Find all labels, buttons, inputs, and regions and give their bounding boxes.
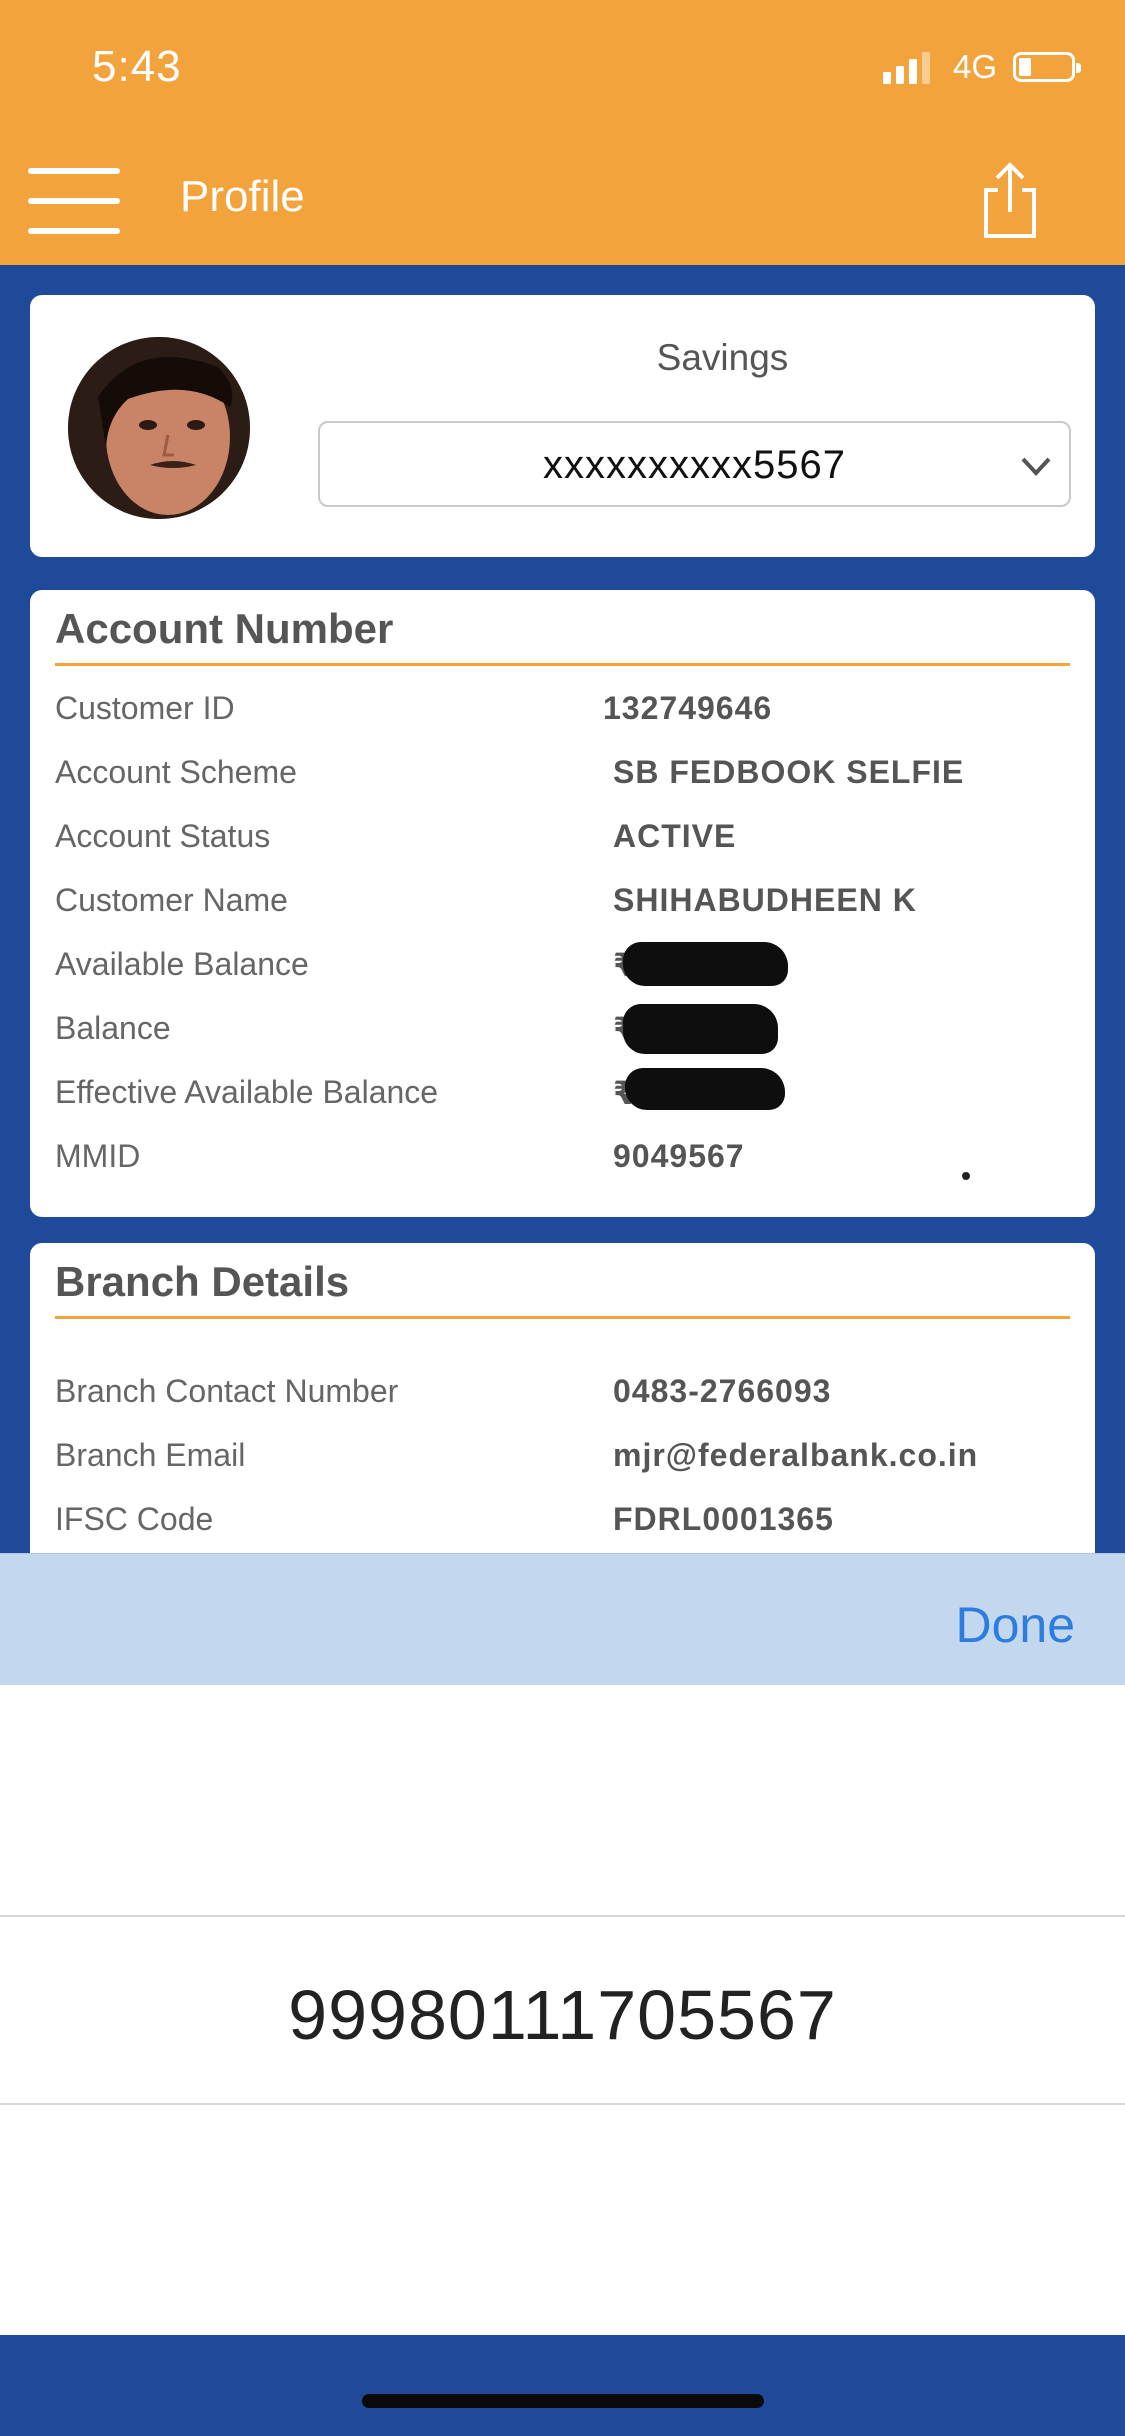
detail-value: ACTIVE bbox=[613, 818, 737, 854]
detail-row: Account Status ACTIVE bbox=[55, 818, 1075, 868]
picker-toolbar: Done bbox=[0, 1553, 1125, 1685]
detail-label: Effective Available Balance bbox=[55, 1074, 439, 1110]
account-details-card: Account Number Customer ID 132749646 Acc… bbox=[30, 590, 1095, 1217]
detail-row: Effective Available Balance ₹ bbox=[55, 1068, 1075, 1124]
detail-label: IFSC Code bbox=[55, 1501, 214, 1537]
detail-row: Branch Email mjr@federalbank.co.in bbox=[55, 1437, 1075, 1487]
section-divider bbox=[55, 1316, 1070, 1319]
detail-value: 9049567 bbox=[613, 1138, 745, 1174]
detail-row: Customer Name SHIHABUDHEEN K bbox=[55, 882, 1075, 932]
detail-row: MMID 9049567 bbox=[55, 1138, 1075, 1188]
redaction-mark bbox=[623, 1004, 778, 1054]
redaction-mark bbox=[623, 942, 788, 986]
detail-row: Account Scheme SB FEDBOOK SELFIE bbox=[55, 754, 1075, 804]
detail-label: Customer ID bbox=[55, 690, 235, 726]
picker-selection-top bbox=[0, 1915, 1125, 1917]
status-time: 5:43 bbox=[92, 42, 182, 91]
detail-row: IFSC Code FDRL0001365 bbox=[55, 1501, 1075, 1551]
page-title: Profile bbox=[180, 172, 305, 221]
hamburger-menu-icon[interactable] bbox=[28, 168, 120, 234]
redaction-mark bbox=[625, 1068, 785, 1110]
account-number-dropdown[interactable]: xxxxxxxxxx5567 bbox=[318, 421, 1071, 507]
battery-icon bbox=[1013, 52, 1081, 82]
detail-label: Branch Contact Number bbox=[55, 1373, 399, 1409]
picker-selection-bottom bbox=[0, 2103, 1125, 2105]
home-indicator[interactable] bbox=[362, 2394, 764, 2408]
detail-value: SB FEDBOOK SELFIE bbox=[613, 754, 965, 790]
share-icon[interactable] bbox=[980, 160, 1040, 240]
detail-value: 0483-2766093 bbox=[613, 1373, 832, 1409]
detail-value: SHIHABUDHEEN K bbox=[613, 882, 917, 918]
signal-icon bbox=[882, 50, 935, 84]
detail-row: Customer ID 132749646 bbox=[55, 690, 1075, 740]
detail-value: mjr@federalbank.co.in bbox=[613, 1437, 979, 1473]
account-picker-wheel[interactable]: 99980111705567 bbox=[0, 1685, 1125, 2335]
picker-selected-value[interactable]: 99980111705567 bbox=[0, 1975, 1125, 2055]
detail-label: Customer Name bbox=[55, 882, 288, 918]
section-title-account: Account Number bbox=[55, 605, 394, 652]
detail-row: Branch Contact Number 0483-2766093 bbox=[55, 1373, 1075, 1423]
detail-label: MMID bbox=[55, 1138, 141, 1174]
detail-label: Account Status bbox=[55, 818, 271, 854]
detail-value: FDRL0001365 bbox=[613, 1501, 834, 1537]
network-label: 4G bbox=[952, 48, 997, 85]
app-header: 5:43 4G Profile bbox=[0, 0, 1125, 265]
decorative-dot bbox=[962, 1172, 970, 1180]
detail-label: Account Scheme bbox=[55, 754, 297, 790]
detail-value: 132749646 bbox=[603, 690, 773, 726]
section-title-branch: Branch Details bbox=[55, 1258, 350, 1305]
account-type-label: Savings bbox=[656, 337, 789, 378]
detail-label: Balance bbox=[55, 1010, 171, 1046]
detail-label: Available Balance bbox=[55, 946, 309, 982]
account-number-selected: xxxxxxxxxx5567 bbox=[543, 443, 846, 487]
branch-details-card: Branch Details Branch Contact Number 048… bbox=[30, 1243, 1095, 1563]
status-indicators: 4G bbox=[882, 48, 1081, 86]
avatar bbox=[68, 337, 250, 519]
done-button[interactable]: Done bbox=[955, 1596, 1075, 1654]
detail-row: Balance ₹ bbox=[55, 1004, 1075, 1060]
chevron-down-icon bbox=[1019, 451, 1053, 481]
detail-row: Available Balance ₹ bbox=[55, 942, 1075, 996]
detail-label: Branch Email bbox=[55, 1437, 246, 1473]
section-divider bbox=[55, 663, 1070, 666]
profile-card: Savings xxxxxxxxxx5567 bbox=[30, 295, 1095, 557]
